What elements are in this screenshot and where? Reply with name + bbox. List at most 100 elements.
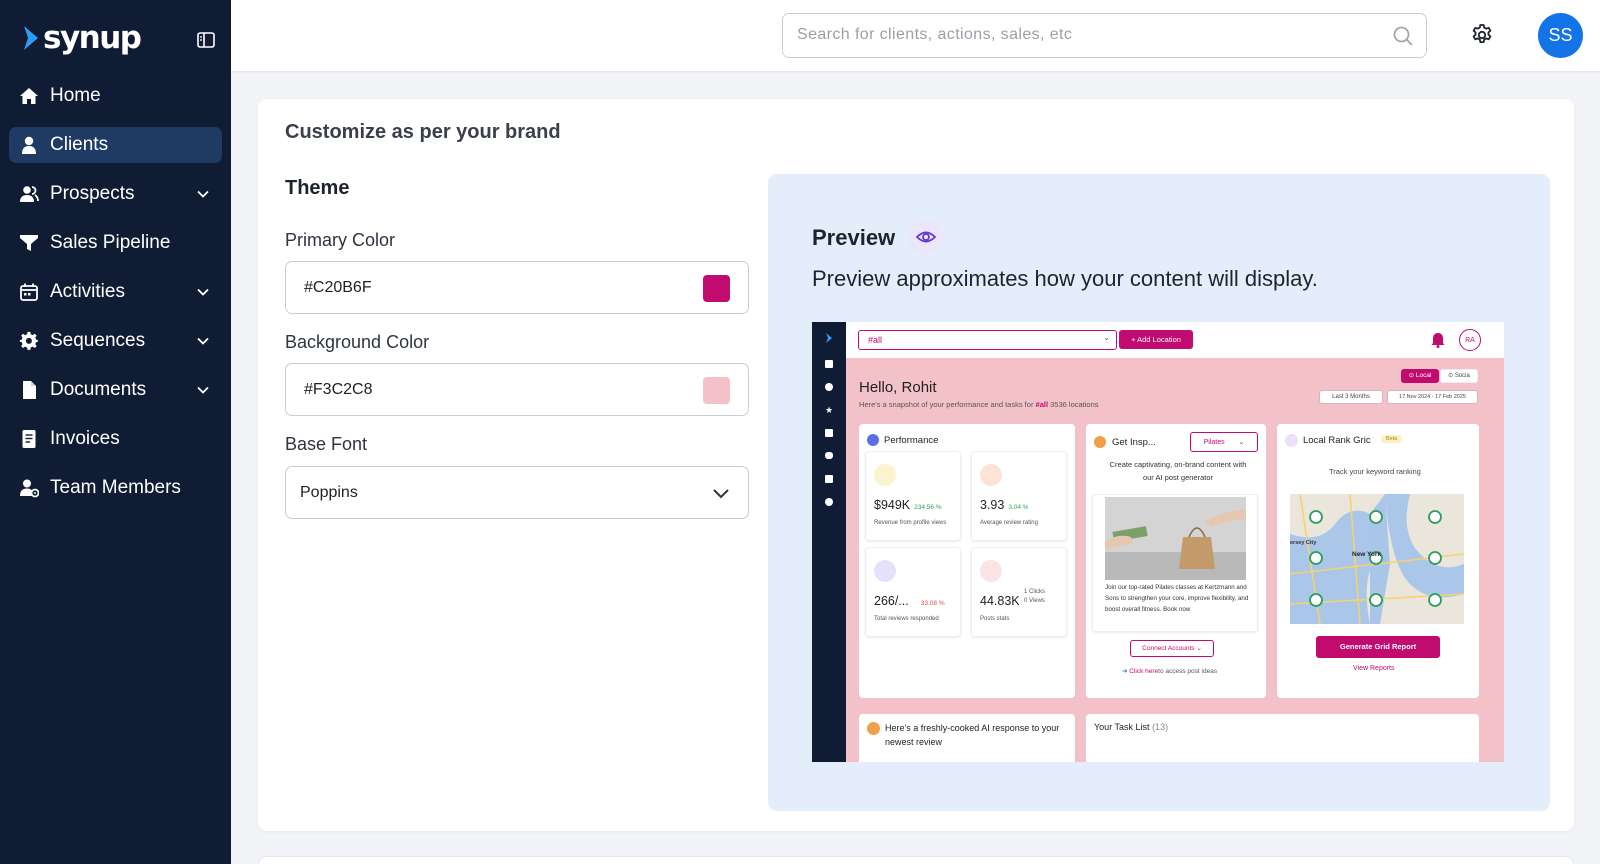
mock-location-icon	[825, 383, 833, 391]
mock-subtitle: Here's a snapshot of your performance an…	[859, 400, 1099, 409]
mock-task-label: Your Task List	[1094, 722, 1150, 732]
mock-inspiration-text: Create captivating, on-brand content wit…	[1109, 460, 1247, 482]
preview-eye-button[interactable]	[908, 219, 944, 255]
mock-views: 0 Views	[1024, 598, 1045, 604]
mock-stat-label: Revenue from profile views	[874, 520, 947, 526]
mock-stat-number: $949K	[874, 498, 911, 512]
search-input[interactable]	[783, 14, 1343, 55]
map-label: ersey City	[1290, 540, 1317, 546]
mock-stat-label: Posts stats	[980, 616, 1010, 622]
chevron-down-icon[interactable]	[196, 383, 210, 397]
preview-dashboard-mockup: ★ #all ⌄ + Add Location RA Hello, Rohit …	[812, 322, 1504, 762]
base-font-select[interactable]: Poppins	[285, 466, 749, 519]
primary-color-swatch[interactable]	[703, 275, 730, 302]
preview-description: Preview approximates how your content wi…	[812, 266, 1318, 291]
mock-clicks-views: 1 Clicks 0 Views	[1024, 588, 1045, 606]
mock-greeting: Hello, Rohit	[859, 379, 937, 396]
mock-stat-percent: 234.56 %	[914, 504, 942, 511]
mock-view-reports-link: View Reports	[1353, 665, 1395, 672]
mock-task-list-card: Your Task List (13)	[1086, 714, 1479, 762]
sidebar-item-documents[interactable]: Documents	[9, 372, 222, 408]
sidebar-item-sequences[interactable]: Sequences	[9, 323, 222, 359]
mock-stat-card: 3.93 3.04 % Average review rating	[971, 451, 1067, 541]
mock-pilates-select: Pilates ⌄	[1190, 432, 1258, 452]
mock-subtitle-count: 3536 locations	[1050, 400, 1099, 409]
sidebar-item-home[interactable]: Home	[9, 78, 222, 114]
mock-pilates-label: Pilates	[1203, 439, 1225, 446]
primary-color-field[interactable]: #C20B6F	[285, 261, 749, 314]
mock-add-location-button: + Add Location	[1119, 330, 1193, 349]
background-color-label: Background Color	[285, 332, 430, 352]
mock-stat-percent: 33.08 %	[920, 600, 945, 607]
bulb-icon	[1094, 436, 1106, 448]
mock-click-here-link: Click here	[1129, 668, 1159, 675]
mock-performance-title: Performance	[884, 435, 939, 446]
mock-clicks: 1 Clicks	[1024, 589, 1046, 595]
chevron-down-icon[interactable]	[196, 187, 210, 201]
chevron-down-icon: ⌄	[1196, 645, 1202, 652]
chevron-down-icon: ⌄	[1238, 439, 1245, 446]
chevron-down-icon[interactable]	[196, 285, 210, 299]
sidebar-item-team-members[interactable]: Team Members	[9, 470, 222, 506]
team-icon	[19, 478, 39, 498]
user-icon	[19, 135, 39, 155]
mock-sidebar: ★	[812, 322, 846, 762]
mock-inspiration-title: Get Insp...	[1112, 437, 1156, 448]
funnel-icon	[19, 233, 39, 253]
calendar-icon	[19, 282, 39, 302]
next-section-card	[258, 856, 1574, 864]
users-icon	[19, 184, 39, 204]
app-name: synup	[43, 20, 142, 56]
mock-chat-icon	[825, 452, 833, 459]
bell-icon	[1431, 333, 1445, 348]
sidebar: synup Home Clients Prospects Sales Pipel…	[0, 0, 231, 864]
mock-stat-value: $949K 234.56 %	[874, 498, 942, 512]
mock-connect-label: Connect Accounts	[1142, 645, 1195, 652]
map-label: New York	[1352, 551, 1382, 558]
gear-icon	[19, 331, 39, 351]
sidebar-item-sales-pipeline[interactable]: Sales Pipeline	[9, 225, 222, 261]
sidebar-collapse-icon[interactable]	[196, 30, 216, 50]
settings-gear-icon[interactable]	[1470, 23, 1494, 47]
synup-chevron-icon	[24, 26, 38, 50]
beta-badge: Beta	[1381, 435, 1403, 443]
sidebar-item-activities[interactable]: Activities	[9, 274, 222, 310]
sidebar-item-label: Team Members	[50, 477, 181, 498]
mock-rank-subtitle: Track your keyword ranking	[1329, 467, 1421, 476]
chevron-down-icon[interactable]	[712, 484, 730, 502]
mock-date-range: 17 Nov 2024 - 17 Feb 2025	[1387, 390, 1478, 404]
mock-connect-accounts: Connect Accounts ⌄	[1130, 640, 1214, 657]
user-avatar[interactable]: SS	[1538, 13, 1583, 58]
mock-gallery-icon	[825, 475, 833, 483]
primary-color-label: Primary Color	[285, 230, 396, 250]
chevron-down-icon[interactable]	[196, 334, 210, 348]
mock-task-title: Your Task List (13)	[1094, 721, 1168, 733]
search-box[interactable]	[782, 13, 1427, 58]
preview-panel: Preview Preview approximates how your co…	[768, 174, 1550, 811]
mock-tab-social: ⊙ Socia	[1440, 369, 1478, 383]
background-color-field[interactable]: #F3C2C8	[285, 363, 749, 416]
mock-star-icon: ★	[825, 405, 834, 415]
mock-stat-number: 3.93	[980, 498, 1005, 512]
sidebar-item-label: Sales Pipeline	[50, 232, 171, 253]
mock-stat-percent: 3.04 %	[1008, 504, 1029, 511]
background-color-swatch[interactable]	[703, 377, 730, 404]
mock-ai-response-card: Here's a freshly-cooked AI response to y…	[859, 714, 1075, 762]
sidebar-item-prospects[interactable]: Prospects	[9, 176, 222, 212]
search-icon[interactable]	[1392, 25, 1414, 47]
sidebar-item-label: Invoices	[50, 428, 120, 449]
sidebar-item-invoices[interactable]: Invoices	[9, 421, 222, 457]
mock-stat-value: 266/... 33.08 %	[874, 594, 945, 608]
synup-logo[interactable]: synup	[22, 20, 142, 56]
mock-subtitle-text: Here's a snapshot of your performance an…	[859, 400, 1034, 409]
sidebar-item-clients[interactable]: Clients	[9, 127, 222, 163]
mock-generate-report-button: Generate Grid Report	[1316, 636, 1440, 658]
mock-rank-title: Local Rank Gric	[1303, 435, 1371, 446]
mock-stat-number: 266/...	[874, 594, 909, 608]
brand-customization-card: Customize as per your brand Theme Primar…	[258, 99, 1574, 831]
mock-tab-local: ⊙ Local	[1401, 369, 1439, 383]
sidebar-item-label: Home	[50, 85, 101, 106]
mock-stat-card: 44.83K 1 Clicks 0 Views Posts stats	[971, 547, 1067, 637]
mock-ai-text: Here's a freshly-cooked AI response to y…	[885, 723, 1060, 747]
sidebar-nav: Home Clients Prospects Sales Pipeline Ac…	[9, 78, 222, 519]
